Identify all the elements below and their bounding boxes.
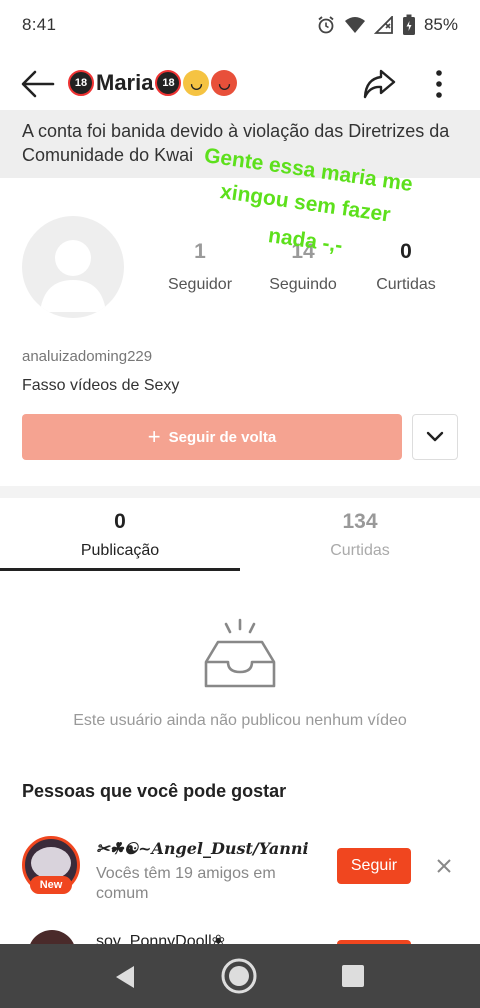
empty-state-text: Este usuário ainda não publicou nenhum v… — [73, 712, 407, 729]
more-options-button[interactable] — [424, 66, 454, 102]
follow-back-button[interactable]: + Seguir de volta — [22, 414, 402, 460]
battery-percent: 85% — [423, 15, 458, 34]
chevron-down-icon — [426, 431, 444, 442]
active-tab-indicator — [0, 568, 240, 571]
alarm-icon — [318, 16, 334, 34]
followers-stat[interactable]: 1 Seguidor — [155, 240, 245, 294]
age-18-badge-2: 18 — [155, 70, 182, 96]
following-label: Seguindo — [269, 276, 337, 293]
tab-liked[interactable]: 134 Curtidas — [240, 510, 480, 560]
nav-recent-icon[interactable] — [342, 965, 364, 987]
profile-header: 18 Maria 18 ◡ ◡ — [0, 58, 480, 110]
new-badge: New — [30, 876, 72, 894]
posts-label: Publicação — [80, 542, 160, 559]
plus-icon: + — [147, 424, 161, 449]
bio: Fasso vídeos de Sexy — [22, 377, 180, 394]
empty-inbox-icon — [204, 618, 276, 688]
followers-label: Seguidor — [167, 276, 233, 293]
default-avatar-icon — [40, 240, 106, 312]
suggestion-follow-button[interactable]: Seguir — [337, 848, 411, 884]
status-icons: 85% — [316, 14, 458, 36]
share-icon — [363, 69, 396, 99]
section-divider — [0, 486, 480, 498]
drooling-face-emoji: ◡ — [183, 70, 210, 96]
liked-label: Curtidas — [330, 542, 390, 559]
suggestion-mutual-friends: Vocês têm 19 amigos em comum — [96, 865, 276, 902]
signal-icon — [373, 16, 393, 34]
system-nav-bar — [0, 944, 480, 1008]
username: analuizadoming229 — [22, 348, 153, 365]
posts-count: 0 — [114, 510, 126, 533]
likes-count: 0 — [400, 240, 412, 263]
followers-count: 1 — [194, 240, 206, 263]
suggestion-avatar-image — [31, 847, 71, 879]
page-title: 18 Maria 18 ◡ ◡ — [68, 70, 238, 96]
status-bar: 8:41 85% — [0, 0, 480, 50]
back-button[interactable] — [20, 68, 56, 100]
avatar[interactable] — [22, 216, 124, 318]
follow-back-label: Seguir de volta — [168, 428, 277, 446]
share-button[interactable] — [360, 66, 398, 102]
status-time: 8:41 — [22, 15, 57, 34]
age-18-badge: 18 — [68, 70, 94, 96]
suggestion-name[interactable]: ✂☘☯~Angel_Dust/Yanni — [96, 839, 309, 858]
likes-label: Curtidas — [376, 276, 436, 293]
nav-back-icon[interactable] — [112, 964, 138, 990]
likes-stat[interactable]: 0 Curtidas — [361, 240, 451, 294]
back-arrow-icon — [21, 70, 55, 98]
hot-face-emoji: ◡ — [211, 70, 238, 96]
suggestions-title: Pessoas que você pode gostar — [22, 781, 287, 801]
close-icon — [437, 859, 451, 873]
wifi-icon — [344, 17, 365, 33]
more-vertical-icon — [436, 70, 442, 98]
profile-name: Maria — [96, 70, 154, 95]
suggestions-dropdown-button[interactable] — [412, 414, 458, 460]
battery-icon — [402, 14, 415, 35]
dismiss-suggestion-button[interactable] — [430, 852, 458, 880]
tab-posts[interactable]: 0 Publicação — [0, 510, 240, 560]
nav-home-icon[interactable] — [220, 957, 258, 995]
liked-count: 134 — [342, 510, 378, 533]
